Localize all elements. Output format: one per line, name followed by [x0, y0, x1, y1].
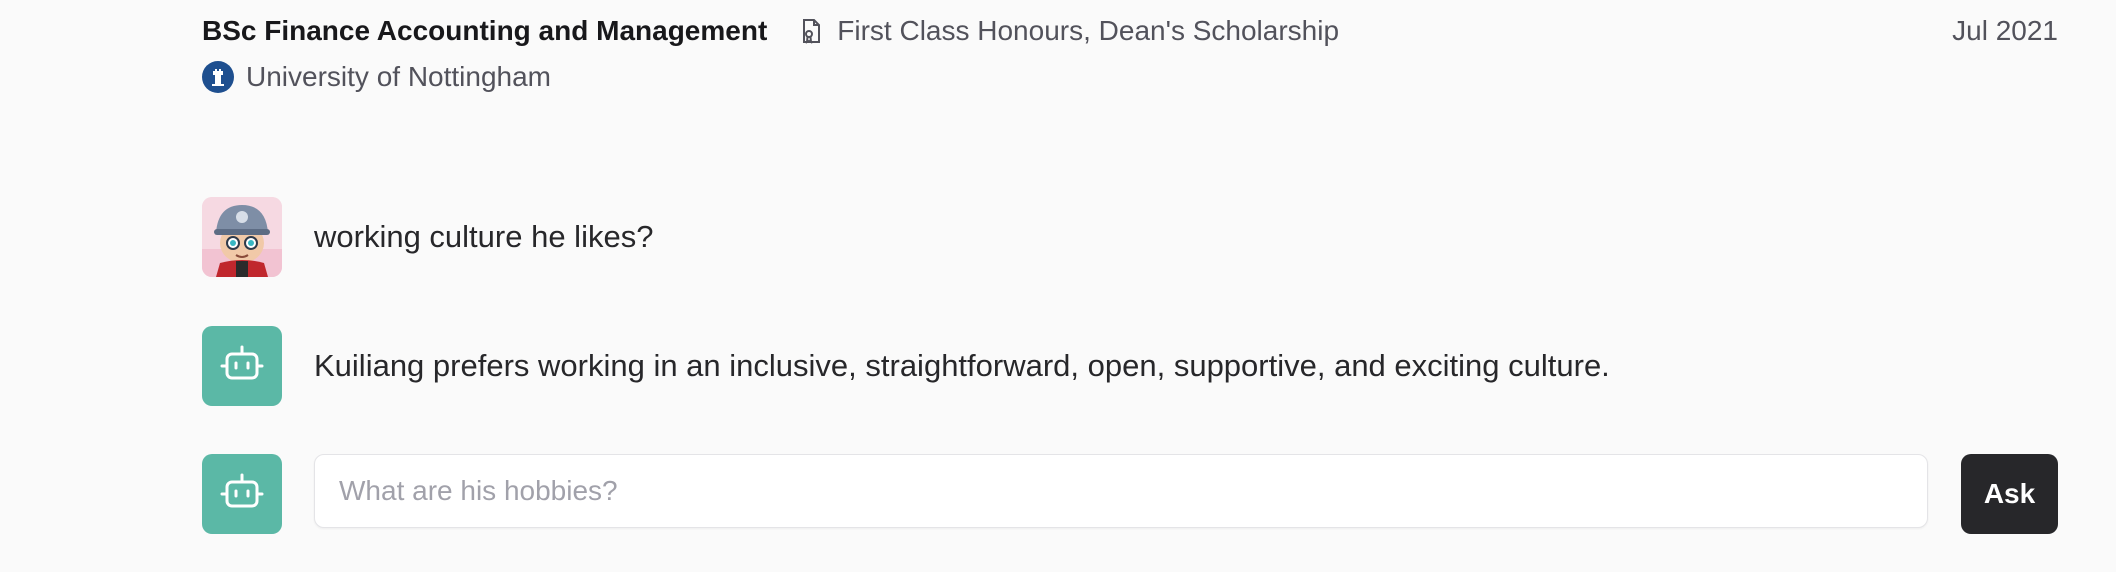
- ask-button[interactable]: Ask: [1961, 454, 2058, 534]
- bot-message: Kuiliang prefers working in an inclusive…: [202, 326, 1610, 406]
- page: BSc Finance Accounting and Management Fi…: [0, 0, 2116, 572]
- user-message: working culture he likes?: [202, 197, 653, 277]
- degree-title: BSc Finance Accounting and Management: [202, 15, 768, 46]
- bot-avatar: [202, 454, 282, 534]
- award: First Class Honours, Dean's Scholarship: [799, 15, 1339, 47]
- university-logo: [202, 61, 234, 93]
- user-question: working culture he likes?: [314, 219, 654, 254]
- user-avatar: [202, 197, 282, 277]
- award-text: First Class Honours, Dean's Scholarship: [837, 15, 1340, 46]
- certificate-icon: [799, 17, 823, 45]
- university-name: University of Nottingham: [246, 61, 552, 92]
- question-input[interactable]: [314, 454, 1928, 528]
- bot-answer: Kuiliang prefers working in an inclusive…: [314, 348, 1610, 383]
- graduation-date: Jul 2021: [1952, 15, 2058, 46]
- robot-icon: [220, 472, 264, 517]
- bot-avatar: [202, 326, 282, 406]
- ask-bar: Ask: [202, 454, 2058, 534]
- education-header: BSc Finance Accounting and Management Fi…: [202, 12, 2058, 50]
- university-line: University of Nottingham: [202, 59, 551, 95]
- robot-icon: [220, 344, 264, 389]
